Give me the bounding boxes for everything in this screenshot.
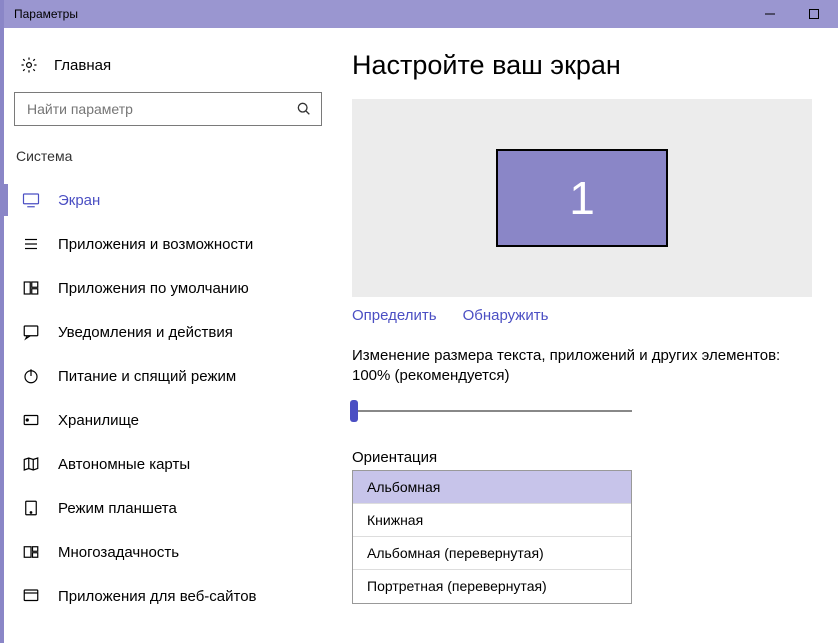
nav-label: Приложения и возможности bbox=[58, 236, 253, 253]
nav-label: Хранилище bbox=[58, 412, 139, 429]
window-title: Параметры bbox=[14, 7, 78, 21]
nav-label: Приложения по умолчанию bbox=[58, 280, 249, 297]
nav-item-notifications[interactable]: Уведомления и действия bbox=[14, 310, 322, 354]
nav-label: Приложения для веб-сайтов bbox=[58, 588, 257, 605]
sidebar: Главная Система Экран Прилож bbox=[4, 28, 334, 643]
nav-label: Экран bbox=[58, 192, 100, 209]
monitor-icon bbox=[22, 191, 40, 209]
nav-item-web-apps[interactable]: Приложения для веб-сайтов bbox=[14, 574, 322, 618]
orientation-option[interactable]: Книжная bbox=[353, 504, 631, 537]
scale-slider[interactable] bbox=[352, 401, 632, 421]
maximize-button[interactable] bbox=[792, 0, 836, 28]
home-button[interactable]: Главная bbox=[14, 46, 322, 92]
orientation-label: Ориентация bbox=[352, 449, 810, 466]
slider-track bbox=[352, 410, 632, 412]
power-icon bbox=[22, 367, 40, 385]
map-icon bbox=[22, 455, 40, 473]
window-controls bbox=[748, 0, 836, 28]
nav-item-apps[interactable]: Приложения и возможности bbox=[14, 222, 322, 266]
nav-label: Многозадачность bbox=[58, 544, 179, 561]
display-preview[interactable]: 1 bbox=[352, 99, 812, 297]
titlebar: Параметры bbox=[4, 0, 838, 28]
nav-label: Уведомления и действия bbox=[58, 324, 233, 341]
orientation-option[interactable]: Альбомная (перевернутая) bbox=[353, 537, 631, 570]
page-title: Настройте ваш экран bbox=[352, 50, 810, 81]
monitor-number: 1 bbox=[569, 171, 595, 225]
default-apps-icon bbox=[22, 279, 40, 297]
nav-label: Режим планшета bbox=[58, 500, 177, 517]
orientation-option[interactable]: Портретная (перевернутая) bbox=[353, 570, 631, 603]
nav-item-default-apps[interactable]: Приложения по умолчанию bbox=[14, 266, 322, 310]
orientation-option[interactable]: Альбомная bbox=[353, 471, 631, 504]
nav-label: Автономные карты bbox=[58, 456, 190, 473]
storage-icon bbox=[22, 411, 40, 429]
gear-icon bbox=[20, 56, 38, 74]
scale-label: Изменение размера текста, приложений и д… bbox=[352, 346, 810, 387]
detect-link[interactable]: Обнаружить bbox=[463, 307, 549, 324]
list-icon bbox=[22, 235, 40, 253]
search-input[interactable] bbox=[14, 92, 322, 126]
web-apps-icon bbox=[22, 587, 40, 605]
orientation-dropdown[interactable]: Альбомная Книжная Альбомная (перевернута… bbox=[352, 470, 632, 604]
monitor-1[interactable]: 1 bbox=[496, 149, 668, 247]
nav-item-offline-maps[interactable]: Автономные карты bbox=[14, 442, 322, 486]
main-content: Настройте ваш экран 1 Определить Обнаруж… bbox=[334, 28, 838, 643]
nav-label: Питание и спящий режим bbox=[58, 368, 236, 385]
chat-icon bbox=[22, 323, 40, 341]
tablet-icon bbox=[22, 499, 40, 517]
nav-list: Экран Приложения и возможности Приложени… bbox=[14, 178, 322, 618]
search-field[interactable] bbox=[14, 92, 322, 126]
nav-item-multitasking[interactable]: Многозадачность bbox=[14, 530, 322, 574]
nav-item-storage[interactable]: Хранилище bbox=[14, 398, 322, 442]
search-icon bbox=[296, 101, 312, 117]
nav-item-tablet[interactable]: Режим планшета bbox=[14, 486, 322, 530]
home-label: Главная bbox=[54, 57, 111, 74]
nav-item-power[interactable]: Питание и спящий режим bbox=[14, 354, 322, 398]
nav-item-display[interactable]: Экран bbox=[14, 178, 322, 222]
multitask-icon bbox=[22, 543, 40, 561]
identify-link[interactable]: Определить bbox=[352, 307, 437, 324]
slider-thumb[interactable] bbox=[350, 400, 358, 422]
category-label: Система bbox=[14, 148, 322, 164]
minimize-button[interactable] bbox=[748, 0, 792, 28]
